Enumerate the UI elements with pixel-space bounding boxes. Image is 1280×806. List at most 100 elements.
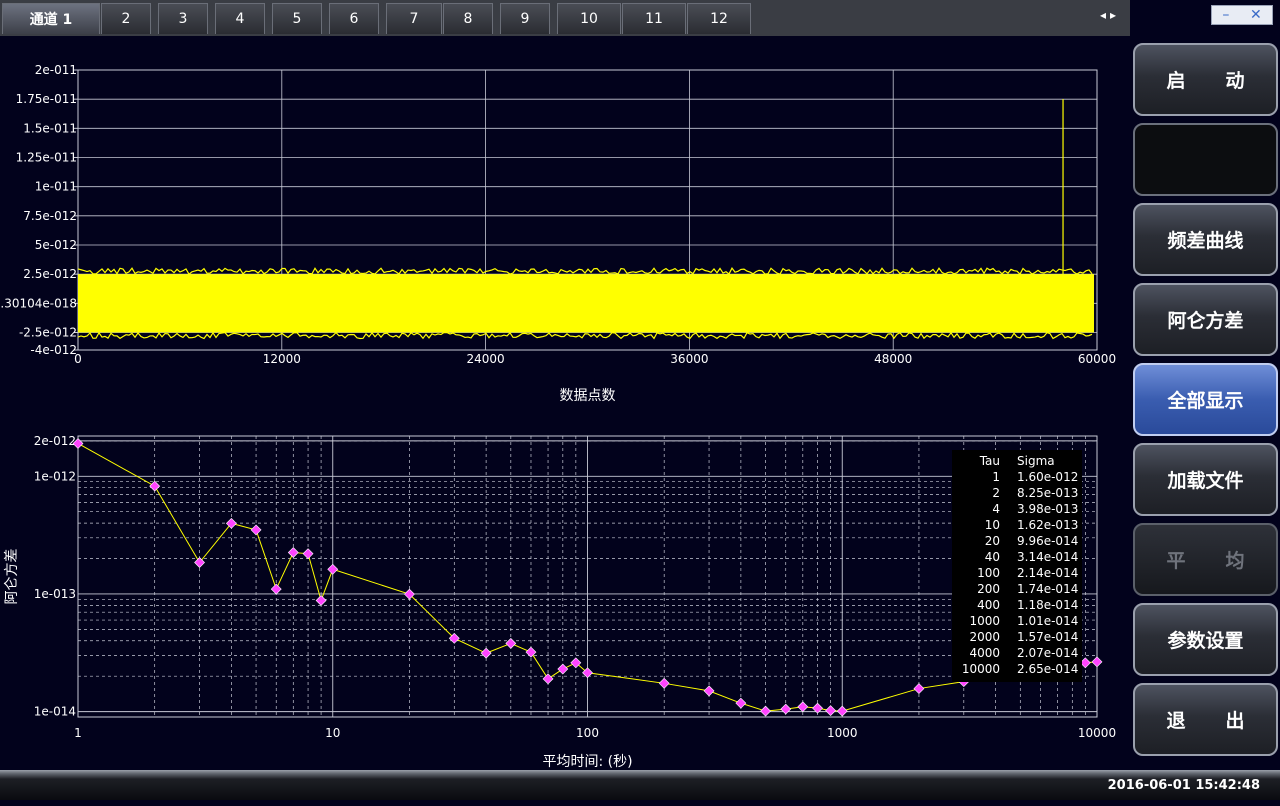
table-cell-sigma: 9.96e-014 <box>1017 534 1078 548</box>
tab-label: 7 <box>410 11 419 27</box>
tab-label: 6 <box>350 11 359 27</box>
chart2-y-tick: 1e-014 <box>34 705 76 719</box>
chart1-noise-bottom <box>78 333 1092 339</box>
tab-channel-7[interactable]: 7 <box>386 3 442 34</box>
chart2-y-tick: 1e-013 <box>34 587 76 601</box>
chart2-x-tick: 100 <box>576 726 599 740</box>
status-bar <box>0 770 1280 800</box>
button-label: 阿仑方差 <box>1167 306 1243 333</box>
chart2-data-point <box>837 706 847 716</box>
start-button[interactable]: 启动 <box>1133 43 1278 116</box>
chart2-data-point <box>328 564 338 574</box>
chart2-y-tick: 2e-012 <box>34 434 76 448</box>
frequency-diff-curve-button[interactable]: 频差曲线 <box>1133 203 1278 276</box>
tab-channel-10[interactable]: 10 <box>557 3 621 34</box>
tab-channel-11[interactable]: 11 <box>622 3 686 34</box>
tab-channel-1[interactable]: 通道 1 <box>2 3 100 34</box>
blank-button <box>1133 123 1278 196</box>
table-cell-sigma: 1.60e-012 <box>1017 470 1078 484</box>
chart2-data-point <box>543 674 553 684</box>
tab-label: 10 <box>580 11 598 27</box>
tab-next-icon[interactable]: ▸ <box>1110 8 1120 22</box>
tab-channel-6[interactable]: 6 <box>329 3 379 34</box>
tab-scroll-arrows[interactable]: ◂▸ <box>1100 8 1120 22</box>
chart1-y-tick: 1.75e-011 <box>16 92 77 106</box>
button-label: 退出 <box>1166 706 1280 733</box>
tab-channel-12[interactable]: 12 <box>687 3 751 34</box>
chart2-y-label: 阿仑方差 <box>4 549 20 605</box>
chart1-noise-band <box>78 274 1094 332</box>
tab-channel-9[interactable]: 9 <box>500 3 550 34</box>
chart2-data-point <box>798 702 808 712</box>
tab-channel-3[interactable]: 3 <box>158 3 208 34</box>
table-cell-tau: 10000 <box>962 662 1000 676</box>
allan-variance-button[interactable]: 阿仑方差 <box>1133 283 1278 356</box>
chart1-y-tick: 2.5e-012 <box>23 267 77 281</box>
table-header-tau: Tau <box>979 454 1000 468</box>
button-label: 全部显示 <box>1167 386 1243 413</box>
window-controls: – ✕ <box>1211 5 1273 25</box>
button-label: 启动 <box>1166 66 1280 93</box>
tab-label: 9 <box>521 11 530 27</box>
tab-label: 3 <box>179 11 188 27</box>
chart2-x-label: 平均时间: (秒) <box>542 754 632 770</box>
chart1-y-tick: -2.5e-012 <box>19 326 77 340</box>
table-cell-sigma: 2.07e-014 <box>1017 646 1078 660</box>
tab-channel-5[interactable]: 5 <box>272 3 322 34</box>
table-cell-sigma: 3.98e-013 <box>1017 502 1078 516</box>
chart1-y-tick: 2e-011 <box>35 63 77 77</box>
chart2-data-point <box>271 584 281 594</box>
tab-channel-2[interactable]: 2 <box>101 3 151 34</box>
table-cell-tau: 10 <box>985 518 1000 532</box>
chart1-x-label: 数据点数 <box>560 388 616 404</box>
chart1-y-tick: 1.30104e-018 <box>0 296 77 310</box>
button-label: 加载文件 <box>1167 466 1243 493</box>
chart2-data-point <box>781 704 791 714</box>
chart2-data-point <box>704 686 714 696</box>
chart2-y-tick: 1e-012 <box>34 469 76 483</box>
chart1-x-tick: 48000 <box>874 352 912 366</box>
chart1-noise-top <box>78 268 1092 274</box>
tab-label: 5 <box>293 11 302 27</box>
chart1-y-tick: 1.5e-011 <box>23 121 77 135</box>
chart1-y-tick: 7.5e-012 <box>23 209 77 223</box>
tab-prev-icon[interactable]: ◂ <box>1100 8 1110 22</box>
chart2-data-point <box>251 525 261 535</box>
chart2-data-point <box>288 548 298 558</box>
parameter-settings-button[interactable]: 参数设置 <box>1133 603 1278 676</box>
table-cell-tau: 1000 <box>969 614 1000 628</box>
tab-channel-8[interactable]: 8 <box>443 3 493 34</box>
chart2-data-point <box>506 638 516 648</box>
table-cell-sigma: 1.01e-014 <box>1017 614 1078 628</box>
table-cell-tau: 400 <box>977 598 1000 612</box>
minimize-icon[interactable]: – <box>1222 7 1229 23</box>
status-datetime: 2016-06-01 15:42:48 <box>1108 778 1260 793</box>
table-cell-sigma: 1.74e-014 <box>1017 582 1078 596</box>
table-cell-tau: 4 <box>992 502 1000 516</box>
load-file-button[interactable]: 加载文件 <box>1133 443 1278 516</box>
table-cell-tau: 100 <box>977 566 1000 580</box>
average-button: 平均 <box>1133 523 1278 596</box>
chart1-y-tick: -4e-012 <box>30 343 77 357</box>
table-cell-tau: 20 <box>985 534 1000 548</box>
table-cell-sigma: 1.18e-014 <box>1017 598 1078 612</box>
table-cell-sigma: 2.14e-014 <box>1017 566 1078 580</box>
table-cell-tau: 40 <box>985 550 1000 564</box>
chart1-x-tick: 24000 <box>467 352 505 366</box>
chart2-x-tick: 10 <box>325 726 340 740</box>
button-label: 频差曲线 <box>1167 226 1243 253</box>
exit-button[interactable]: 退出 <box>1133 683 1278 756</box>
chart2-data-point <box>736 698 746 708</box>
chart2-data-point <box>303 549 313 559</box>
tab-channel-4[interactable]: 4 <box>215 3 265 34</box>
chart1-x-tick: 12000 <box>263 352 301 366</box>
chart2-data-point <box>195 558 205 568</box>
chart1-x-tick: 36000 <box>670 352 708 366</box>
chart2-data-point <box>761 706 771 716</box>
tab-label: 8 <box>464 11 473 27</box>
tab-label: 12 <box>710 11 728 27</box>
chart2-data-point <box>558 664 568 674</box>
chart2-data-point <box>914 684 924 694</box>
close-icon[interactable]: ✕ <box>1250 7 1262 23</box>
show-all-button[interactable]: 全部显示 <box>1133 363 1278 436</box>
